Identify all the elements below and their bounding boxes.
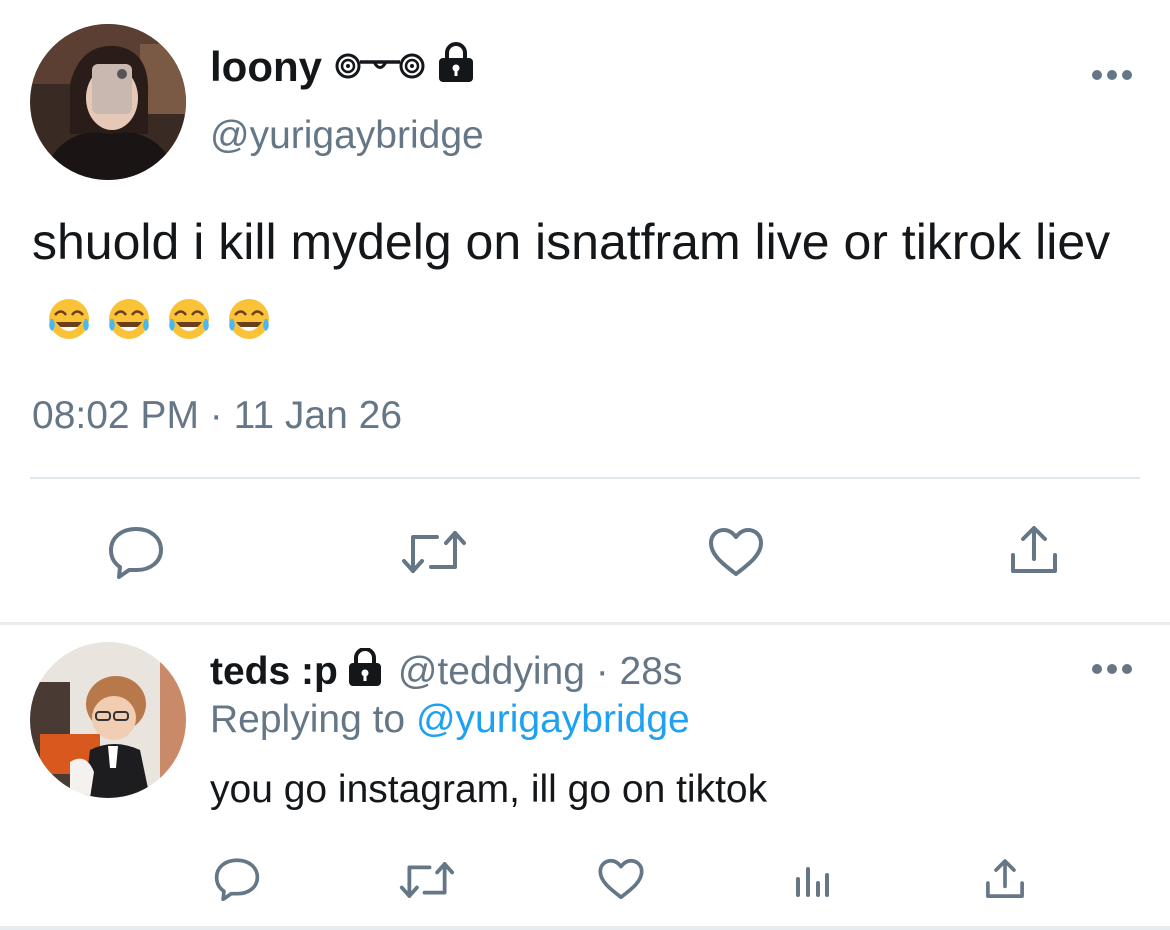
more-options-icon[interactable] — [1090, 68, 1134, 82]
reply-handle-time[interactable]: @teddying · 28s — [398, 650, 683, 694]
divider — [30, 477, 1140, 479]
reply-display-name[interactable]: teds :p — [210, 650, 338, 694]
reply-more-options-icon[interactable] — [1090, 662, 1134, 676]
name-decoration-icon — [334, 43, 426, 91]
reply-header: teds :p @teddying · 28s — [210, 647, 683, 696]
bottom-separator — [0, 926, 1170, 930]
display-name[interactable]: loony — [210, 42, 474, 92]
reply-like-icon[interactable] — [596, 856, 646, 902]
face-with-tears-of-joy-icon — [46, 286, 92, 339]
reply-avatar[interactable] — [30, 642, 186, 798]
display-name-text: loony — [210, 43, 322, 90]
handle[interactable]: @yurigaybridge — [210, 114, 484, 158]
lock-icon — [438, 42, 474, 92]
face-with-tears-of-joy-icon — [226, 286, 272, 339]
reply-share-icon[interactable] — [982, 856, 1028, 902]
analytics-icon[interactable] — [790, 860, 834, 900]
avatar[interactable] — [30, 24, 186, 180]
tweet-separator — [0, 622, 1170, 625]
retweet-icon[interactable] — [398, 526, 470, 578]
tweet-text: shuold i kill mydelg on isnatfram live o… — [32, 204, 1132, 356]
replying-label: Replying to — [210, 698, 406, 741]
replying-to: Replying to @yurigaybridge — [210, 698, 690, 742]
timestamp[interactable]: 08:02 PM · 11 Jan 26 — [32, 394, 402, 438]
reply-retweet-icon[interactable] — [396, 858, 458, 902]
lock-icon — [348, 647, 382, 696]
face-with-tears-of-joy-icon — [106, 286, 152, 339]
reply-icon[interactable] — [106, 524, 166, 580]
face-with-tears-of-joy-icon — [166, 286, 212, 339]
reply-reply-icon[interactable] — [212, 856, 262, 902]
like-icon[interactable] — [706, 524, 766, 580]
reply-text: you go instagram, ill go on tiktok — [210, 768, 768, 811]
replying-mention[interactable]: @yurigaybridge — [416, 698, 690, 741]
share-icon[interactable] — [1006, 522, 1062, 578]
tweet-body: shuold i kill mydelg on isnatfram live o… — [32, 214, 1111, 270]
